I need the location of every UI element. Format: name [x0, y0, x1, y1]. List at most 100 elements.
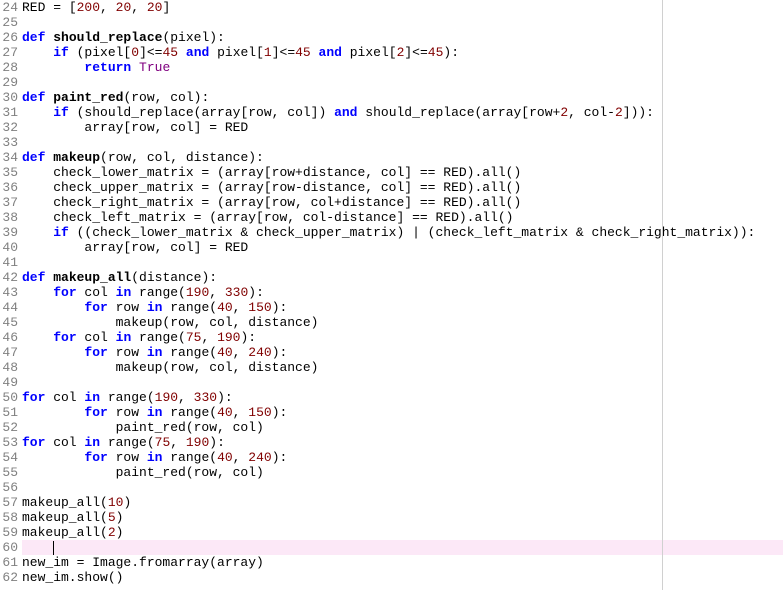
code-line[interactable]: for col in range(75, 190):	[22, 330, 783, 345]
token-op: (should_replace(array[row, col])	[69, 105, 334, 120]
token-num: 10	[108, 495, 124, 510]
code-line[interactable]: array[row, col] = RED	[22, 240, 783, 255]
code-line[interactable]: if (should_replace(array[row, col]) and …	[22, 105, 783, 120]
code-line[interactable]: if (pixel[0]<=45 and pixel[1]<=45 and pi…	[22, 45, 783, 60]
code-line[interactable]: check_upper_matrix = (array[row-distance…	[22, 180, 783, 195]
code-line[interactable]: for col in range(190, 330):	[22, 390, 783, 405]
token-op: (row, col, distance):	[100, 150, 264, 165]
code-line[interactable]: makeup(row, col, distance)	[22, 315, 783, 330]
token-num: 45	[295, 45, 311, 60]
code-line[interactable]	[22, 75, 783, 90]
text-cursor	[53, 541, 54, 555]
token-num: 40	[217, 345, 233, 360]
token-num: 45	[162, 45, 178, 60]
line-number: 57	[0, 495, 18, 510]
token-num: 2	[560, 105, 568, 120]
code-area[interactable]: RED = [200, 20, 20] def should_replace(pi…	[22, 0, 783, 585]
code-line[interactable]: return True	[22, 60, 783, 75]
token-bool: True	[139, 60, 170, 75]
token-kw: for	[84, 405, 107, 420]
line-number: 25	[0, 15, 18, 30]
token-kw: in	[147, 345, 163, 360]
code-line[interactable]: def paint_red(row, col):	[22, 90, 783, 105]
token-op: makeup(row, col, distance)	[22, 360, 318, 375]
line-number: 36	[0, 180, 18, 195]
token-op	[178, 45, 186, 60]
token-op: ,	[209, 285, 225, 300]
token-op: ])):	[623, 105, 654, 120]
code-editor[interactable]: 2425262728293031323334353637383940414243…	[0, 0, 783, 585]
token-num: 330	[194, 390, 217, 405]
line-number: 52	[0, 420, 18, 435]
token-id: RED	[22, 0, 53, 15]
token-op: paint_red(row, col)	[22, 420, 264, 435]
token-op: ]	[162, 0, 170, 15]
line-number: 59	[0, 525, 18, 540]
token-op: new_im.show()	[22, 570, 123, 585]
token-op: (pixel):	[162, 30, 224, 45]
code-line[interactable]: def makeup_all(distance):	[22, 270, 783, 285]
line-number: 33	[0, 135, 18, 150]
token-kw: and	[186, 45, 209, 60]
line-number: 26	[0, 30, 18, 45]
token-kw: for	[84, 345, 107, 360]
line-number: 43	[0, 285, 18, 300]
token-op: col	[45, 390, 84, 405]
code-line[interactable]: makeup_all(5)	[22, 510, 783, 525]
line-number: 29	[0, 75, 18, 90]
token-op: (row, col):	[123, 90, 209, 105]
code-line[interactable]: paint_red(row, col)	[22, 420, 783, 435]
line-number: 51	[0, 405, 18, 420]
token-op	[22, 300, 84, 315]
token-num: 75	[186, 330, 202, 345]
code-line[interactable]: if ((check_lower_matrix & check_upper_ma…	[22, 225, 783, 240]
line-number: 49	[0, 375, 18, 390]
token-kw: return	[84, 60, 131, 75]
code-line[interactable]: for row in range(40, 240):	[22, 345, 783, 360]
code-line[interactable]: makeup_all(2)	[22, 525, 783, 540]
token-num: 2	[615, 105, 623, 120]
code-line[interactable]: def makeup(row, col, distance):	[22, 150, 783, 165]
code-line[interactable]: makeup_all(10)	[22, 495, 783, 510]
line-number: 48	[0, 360, 18, 375]
token-op: ]<=	[139, 45, 162, 60]
token-kw: for	[22, 435, 45, 450]
code-line[interactable]	[22, 540, 783, 555]
token-op: range(	[162, 405, 217, 420]
token-num: 150	[248, 300, 271, 315]
code-line[interactable]: for col in range(75, 190):	[22, 435, 783, 450]
code-line[interactable]: for col in range(190, 330):	[22, 285, 783, 300]
code-line[interactable]: for row in range(40, 240):	[22, 450, 783, 465]
code-line[interactable]: new_im.show()	[22, 570, 783, 585]
code-line[interactable]	[22, 255, 783, 270]
token-op: range(	[100, 390, 155, 405]
token-def: paint_red	[53, 90, 123, 105]
code-line[interactable]	[22, 135, 783, 150]
code-line[interactable]: for row in range(40, 150):	[22, 405, 783, 420]
code-line[interactable]	[22, 15, 783, 30]
code-line[interactable]	[22, 375, 783, 390]
token-op	[22, 225, 53, 240]
code-line[interactable]: array[row, col] = RED	[22, 120, 783, 135]
token-op: paint_red(row, col)	[22, 465, 264, 480]
code-line[interactable]: RED = [200, 20, 20]	[22, 0, 783, 15]
token-op: makeup_all(	[22, 525, 108, 540]
code-line[interactable]: paint_red(row, col)	[22, 465, 783, 480]
line-number: 38	[0, 210, 18, 225]
code-line[interactable]: check_lower_matrix = (array[row+distance…	[22, 165, 783, 180]
line-number: 56	[0, 480, 18, 495]
code-line[interactable]	[22, 480, 783, 495]
token-op: col	[77, 330, 116, 345]
code-line[interactable]: check_left_matrix = (array[row, col-dist…	[22, 210, 783, 225]
code-line[interactable]: for row in range(40, 150):	[22, 300, 783, 315]
token-num: 240	[248, 450, 271, 465]
token-op: ,	[233, 405, 249, 420]
code-line[interactable]: def should_replace(pixel):	[22, 30, 783, 45]
token-kw: in	[116, 330, 132, 345]
code-line[interactable]: check_right_matrix = (array[row, col+dis…	[22, 195, 783, 210]
code-line[interactable]: new_im = Image.fromarray(array)	[22, 555, 783, 570]
token-op: ):	[248, 285, 264, 300]
code-line[interactable]: makeup(row, col, distance)	[22, 360, 783, 375]
token-op: should_replace(array[row+	[357, 105, 560, 120]
token-num: 200	[77, 0, 100, 15]
